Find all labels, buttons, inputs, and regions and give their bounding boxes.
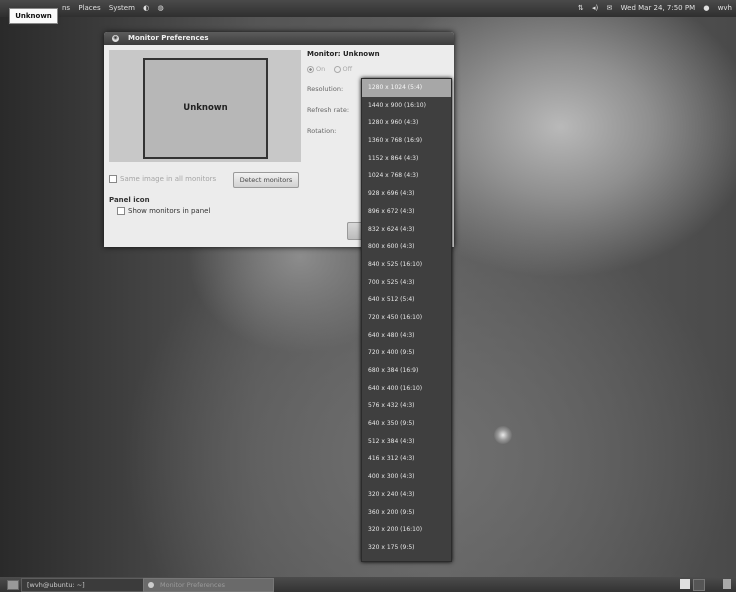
top-panel: ns Places System ◐ ◍ ⇅ ◂) ✉ Wed Mar 24, … xyxy=(0,0,736,17)
show-desktop-icon[interactable] xyxy=(7,580,19,590)
taskbar-terminal[interactable]: [wvh@ubuntu: ~] xyxy=(21,578,144,592)
show-monitors-label: Show monitors in panel xyxy=(128,207,211,215)
resolution-option[interactable]: 320 x 175 (9:5) xyxy=(362,539,451,557)
mail-icon[interactable]: ✉ xyxy=(607,4,613,12)
resolution-label: Resolution: xyxy=(307,85,344,93)
resolution-option[interactable]: 840 x 525 (16:10) xyxy=(362,256,451,274)
resolution-option[interactable]: 1024 x 768 (4:3) xyxy=(362,167,451,185)
resolution-option[interactable]: 640 x 480 (4:3) xyxy=(362,327,451,345)
resolution-option[interactable]: 700 x 525 (4:3) xyxy=(362,274,451,292)
launcher-icon[interactable]: ◐ xyxy=(143,4,149,12)
taskbar-monitor-label: Monitor Preferences xyxy=(160,581,226,589)
dialog-titlebar[interactable]: ◉ Monitor Preferences xyxy=(104,32,454,45)
show-monitors-option: Show monitors in panel xyxy=(117,207,210,215)
display-icon xyxy=(148,582,154,588)
on-radio[interactable] xyxy=(307,65,314,73)
background-light-spot xyxy=(494,426,512,444)
top-menu-bar: ns Places System ◐ ◍ xyxy=(62,4,170,12)
refresh-rate-label: Refresh rate: xyxy=(307,106,350,114)
bottom-panel: [wvh@ubuntu: ~] Monitor Preferences xyxy=(0,577,736,592)
resolution-option[interactable]: 320 x 240 (4:3) xyxy=(362,486,451,504)
volume-icon[interactable]: ◂) xyxy=(592,4,598,12)
taskbar-monitor-preferences[interactable]: Monitor Preferences xyxy=(143,578,274,592)
display-icon: ◉ xyxy=(112,35,119,42)
workspace-switcher-1[interactable] xyxy=(680,579,690,589)
resolution-option[interactable]: 360 x 200 (9:5) xyxy=(362,504,451,522)
user-menu[interactable]: wvh xyxy=(718,4,732,12)
detect-monitors-button[interactable]: Detect monitors xyxy=(233,172,299,188)
monitor-layout-preview: Unknown xyxy=(109,50,301,162)
resolution-option[interactable]: 1280 x 1024 (5:4) xyxy=(362,79,451,97)
rotation-label: Rotation: xyxy=(307,127,337,135)
show-monitors-checkbox[interactable] xyxy=(117,207,125,215)
dialog-title: Monitor Preferences xyxy=(128,34,209,42)
resolution-option[interactable]: 832 x 624 (4:3) xyxy=(362,221,451,239)
resolution-option[interactable]: 640 x 350 (9:5) xyxy=(362,415,451,433)
trash-icon[interactable] xyxy=(723,579,731,589)
resolution-option[interactable]: 640 x 512 (5:4) xyxy=(362,291,451,309)
mirror-option: Same image in all monitors xyxy=(109,175,216,183)
monitor-heading: Monitor: Unknown xyxy=(307,50,380,58)
monitor-preview-box[interactable]: Unknown xyxy=(143,58,268,159)
resolution-option[interactable]: 1360 x 768 (16:9) xyxy=(362,132,451,150)
resolution-dropdown-list[interactable]: 1280 x 1024 (5:4) 1440 x 900 (16:10) 1280 … xyxy=(361,78,452,562)
monitor-tooltip: Unknown xyxy=(9,8,58,24)
resolution-option[interactable]: 680 x 384 (16:9) xyxy=(362,362,451,380)
resolution-option[interactable]: 1280 x 960 (4:3) xyxy=(362,114,451,132)
resolution-option[interactable]: 576 x 432 (4:3) xyxy=(362,397,451,415)
resolution-option[interactable]: 640 x 400 (16:10) xyxy=(362,380,451,398)
workspace-switcher-2[interactable] xyxy=(693,579,705,591)
off-radio[interactable] xyxy=(333,65,341,73)
mirror-checkbox[interactable] xyxy=(109,175,117,183)
resolution-option[interactable]: 896 x 672 (4:3) xyxy=(362,203,451,221)
help-icon[interactable]: ◍ xyxy=(158,4,164,12)
clock[interactable]: Wed Mar 24, 7:50 PM xyxy=(621,4,695,12)
resolution-option[interactable]: 512 x 384 (4:3) xyxy=(362,433,451,451)
resolution-option[interactable]: 416 x 312 (4:3) xyxy=(362,450,451,468)
off-label: Off xyxy=(342,65,353,73)
user-icon: ● xyxy=(703,4,710,12)
menu-applications[interactable]: ns xyxy=(62,4,70,12)
resolution-option[interactable]: 720 x 450 (16:10) xyxy=(362,309,451,327)
menu-system[interactable]: System xyxy=(109,4,135,12)
system-tray: ⇅ ◂) ✉ Wed Mar 24, 7:50 PM ● wvh xyxy=(572,4,732,12)
resolution-option[interactable]: 1152 x 864 (4:3) xyxy=(362,150,451,168)
resolution-option[interactable]: 400 x 300 (4:3) xyxy=(362,468,451,486)
panel-icon-heading: Panel icon xyxy=(109,196,150,204)
resolution-option[interactable]: 1440 x 900 (16:10) xyxy=(362,97,451,115)
resolution-option[interactable]: 800 x 600 (4:3) xyxy=(362,238,451,256)
resolution-option[interactable]: 320 x 200 (16:10) xyxy=(362,521,451,539)
monitor-on-off: On Off xyxy=(307,65,352,73)
resolution-option[interactable]: 928 x 696 (4:3) xyxy=(362,185,451,203)
mirror-label: Same image in all monitors xyxy=(120,175,217,183)
menu-places[interactable]: Places xyxy=(78,4,100,12)
network-icon[interactable]: ⇅ xyxy=(578,4,584,12)
on-label: On xyxy=(316,65,326,73)
resolution-option[interactable]: 720 x 400 (9:5) xyxy=(362,344,451,362)
